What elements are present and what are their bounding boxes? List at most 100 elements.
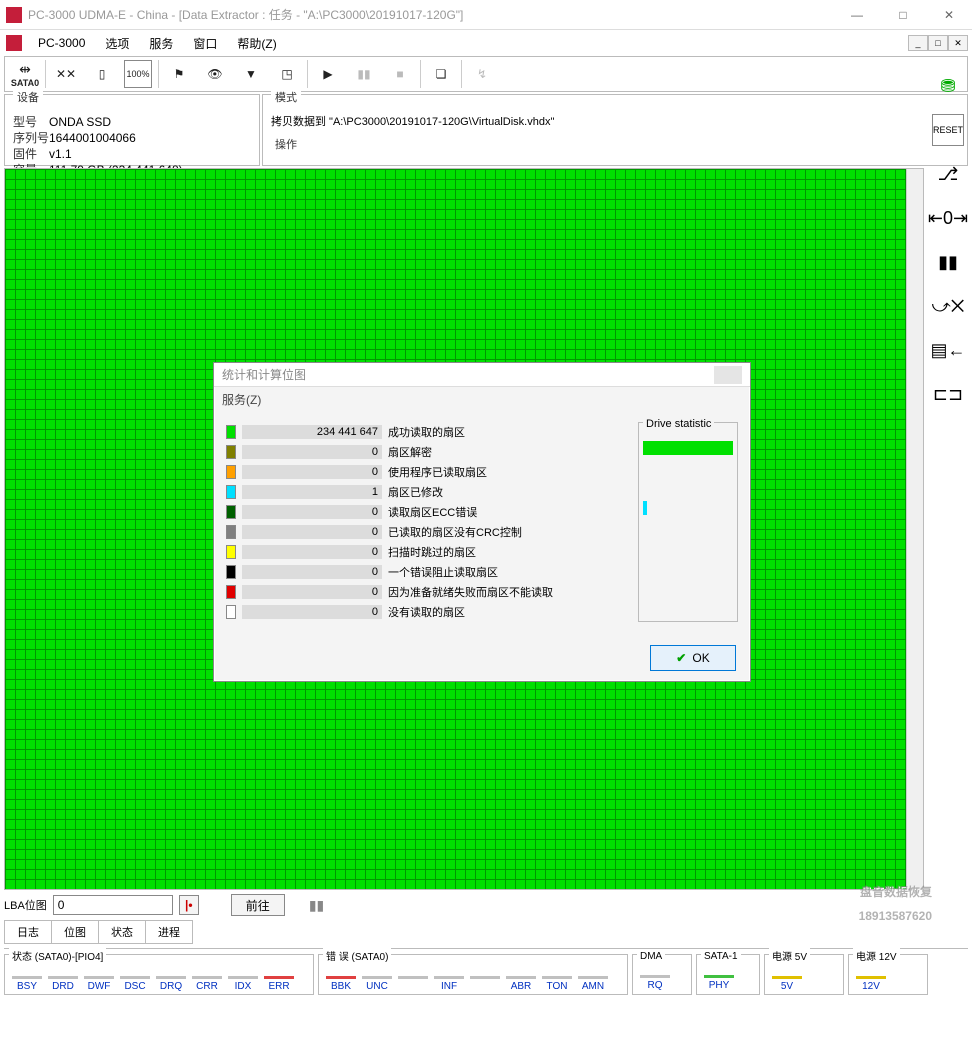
dialog-titlebar[interactable]: 统计和计算位图: [214, 363, 750, 387]
p5v-title: 电源 5V: [769, 948, 810, 963]
status-INF: INF: [431, 972, 467, 992]
app-icon-small: [6, 35, 22, 51]
minimize-button[interactable]: —: [834, 0, 880, 30]
side-toolbar: ⛃ RESET ⎇ ⇤0⇥ ▮▮ ⤻✕ ▤← ⊏⊐: [928, 62, 968, 410]
sata1-group: SATA-1 PHY: [696, 954, 760, 995]
stat-value: 0: [242, 505, 382, 519]
status-12V: 12V: [853, 972, 889, 992]
stat-label: 一个错误阻止读取扇区: [388, 564, 498, 580]
statistics-dialog: 统计和计算位图 服务(Z) 234 441 647成功读取的扇区0扇区解密0使用…: [213, 362, 751, 682]
branch-icon[interactable]: ⎇: [932, 158, 964, 190]
error-title: 错 误 (SATA0): [323, 948, 391, 963]
dialog-title: 统计和计算位图: [222, 366, 306, 383]
tab-process[interactable]: 进程: [145, 920, 193, 944]
lba-input[interactable]: [53, 895, 173, 915]
menu-window[interactable]: 窗口: [185, 33, 225, 54]
serial-label: 序列号: [13, 131, 49, 146]
stat-value: 1: [242, 485, 382, 499]
tab-status[interactable]: 状态: [98, 920, 146, 944]
ok-button[interactable]: ✔ OK: [650, 645, 736, 671]
status-IDX: IDX: [225, 972, 261, 992]
fw-label: 固件: [13, 147, 49, 162]
close-button[interactable]: ✕: [926, 0, 972, 30]
stat-value: 0: [242, 445, 382, 459]
skip-icon[interactable]: ⤻✕: [932, 290, 964, 322]
play-button[interactable]: ▶: [314, 60, 342, 88]
pause-indicator: ▮▮: [309, 897, 324, 914]
status-DRQ: DRQ: [153, 972, 189, 992]
menu-options[interactable]: 选项: [97, 33, 137, 54]
flag-icon[interactable]: ⚑: [165, 60, 193, 88]
menu-service[interactable]: 服务: [141, 33, 181, 54]
menubar: PC-3000 选项 服务 窗口 帮助(Z) _ □ ✕: [0, 30, 972, 56]
state-group: 状态 (SATA0)-[PIO4] BSYDRDDWFDSCDRQCRRIDXE…: [4, 954, 314, 995]
lba-controls: LBA位图 |• 前往 ▮▮: [4, 894, 968, 916]
map-scrollbar[interactable]: [906, 169, 923, 889]
maximize-button[interactable]: □: [880, 0, 926, 30]
p12v-title: 电源 12V: [853, 948, 900, 963]
stat-row: 0读取扇区ECC错误: [226, 502, 628, 522]
watermark: 盘音数据恢复 18913587620: [859, 880, 932, 928]
menu-help[interactable]: 帮助(Z): [229, 33, 284, 54]
stat-value: 0: [242, 525, 382, 539]
pause-button[interactable]: ▮▮: [350, 60, 378, 88]
connector-icon[interactable]: ⊏⊐: [932, 378, 964, 410]
stat-value: 0: [242, 465, 382, 479]
percent-icon[interactable]: 100%: [124, 60, 152, 88]
status-BBK: BBK: [323, 972, 359, 992]
tab-log[interactable]: 日志: [4, 920, 52, 944]
binoculars-icon[interactable]: 👁: [201, 60, 229, 88]
filter-icon[interactable]: ▼: [237, 60, 265, 88]
status-AMN: AMN: [575, 972, 611, 992]
align-icon[interactable]: ⇤0⇥: [932, 202, 964, 234]
mode-panel-title: 模式: [271, 89, 301, 105]
stat-row: 0一个错误阻止读取扇区: [226, 562, 628, 582]
status-5V: 5V: [769, 972, 805, 992]
window-title: PC-3000 UDMA-E - China - [Data Extractor…: [28, 6, 834, 23]
tab-bitmap[interactable]: 位图: [51, 920, 99, 944]
lba-recalc-button[interactable]: |•: [179, 895, 199, 915]
bottom-tabs: 日志 位图 状态 进程: [4, 920, 968, 944]
main-toolbar: ⇹ SATA0 ✕✕ ▯ 100% ⚑ 👁 ▼ ◳ ▶ ▮▮ ■ ❏ ↯: [4, 56, 968, 92]
copy-path-text: 拷贝数据到 "A:\PC3000\20191017-120G\VirtualDi…: [271, 115, 959, 130]
sata-port-button[interactable]: ⇹ SATA0: [11, 60, 39, 88]
stat-color-chip: [226, 485, 236, 499]
stat-row: 0没有读取的扇区: [226, 602, 628, 622]
stop-button[interactable]: ■: [386, 60, 414, 88]
stat-color-chip: [226, 505, 236, 519]
stat-value: 0: [242, 585, 382, 599]
status-blank: [395, 972, 431, 992]
tools-icon[interactable]: ✕✕: [52, 60, 80, 88]
wand-icon[interactable]: ↯: [468, 60, 496, 88]
stat-row: 234 441 647成功读取的扇区: [226, 422, 628, 442]
stat-color-chip: [226, 525, 236, 539]
p5v-group: 电源 5V 5V: [764, 954, 844, 995]
stat-row: 0已读取的扇区没有CRC控制: [226, 522, 628, 542]
stat-color-chip: [226, 425, 236, 439]
chip-icon[interactable]: ▤←: [932, 334, 964, 366]
disk-icon[interactable]: ⛃: [932, 70, 964, 102]
operation-title: 操作: [271, 136, 301, 152]
status-UNC: UNC: [359, 972, 395, 992]
menu-app[interactable]: PC-3000: [30, 34, 93, 52]
dialog-close-button[interactable]: [714, 366, 742, 384]
stat-label: 使用程序已读取扇区: [388, 464, 487, 480]
reset-icon[interactable]: RESET: [932, 114, 964, 146]
mdi-close[interactable]: ✕: [948, 35, 968, 51]
stat-row: 0因为准备就绪失败而扇区不能读取: [226, 582, 628, 602]
chart-icon[interactable]: ◳: [273, 60, 301, 88]
statistics-list: 234 441 647成功读取的扇区0扇区解密0使用程序已读取扇区1扇区已修改0…: [226, 422, 628, 622]
dialog-menu[interactable]: 服务(Z): [214, 387, 750, 412]
stat-value: 234 441 647: [242, 425, 382, 439]
stat-value: 0: [242, 545, 382, 559]
window-titlebar: PC-3000 UDMA-E - China - [Data Extractor…: [0, 0, 972, 30]
watermark-line2: 18913587620: [859, 904, 932, 928]
stat-row: 0扇区解密: [226, 442, 628, 462]
status-bar: 状态 (SATA0)-[PIO4] BSYDRDDWFDSCDRQCRRIDXE…: [4, 954, 968, 995]
mdi-minimize[interactable]: _: [908, 35, 928, 51]
copy-icon[interactable]: ❏: [427, 60, 455, 88]
goto-button[interactable]: 前往: [231, 894, 285, 916]
mdi-restore[interactable]: □: [928, 35, 948, 51]
pause-side-icon[interactable]: ▮▮: [932, 246, 964, 278]
card-icon[interactable]: ▯: [88, 60, 116, 88]
